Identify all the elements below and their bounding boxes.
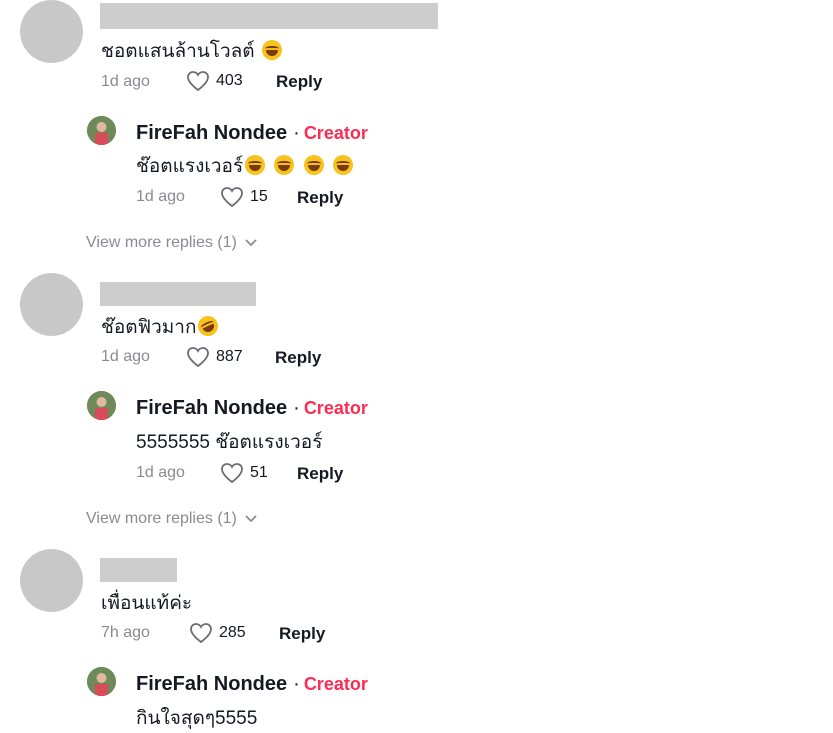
comment-text: เพื่อนแท้ค่ะ (101, 593, 193, 614)
creator-name-line: FireFah Nondee · Creator (136, 122, 368, 145)
like-count: 51 (250, 464, 268, 481)
like-button[interactable]: 285 (189, 622, 246, 644)
like-button[interactable]: 15 (220, 186, 268, 208)
creator-avatar[interactable] (87, 667, 116, 696)
heart-icon (221, 187, 243, 208)
comment-text: ช๊อตฟิวมาก (101, 312, 222, 342)
face-with-tears-of-joy-icon (333, 155, 353, 175)
like-count: 15 (250, 188, 268, 205)
comment-time: 1d ago (101, 73, 150, 90)
view-more-label: View more replies (1) (86, 510, 237, 527)
commenter-avatar[interactable] (20, 0, 83, 63)
like-count: 887 (216, 348, 243, 365)
view-more-label: View more replies (1) (86, 234, 237, 251)
separator-dot: · (293, 397, 300, 419)
comment-text: ชอตแสนล้านโวลต์ (101, 36, 282, 66)
face-with-tears-of-joy-icon (274, 155, 295, 175)
like-count: 285 (219, 624, 246, 641)
face-with-tears-of-joy-icon (303, 155, 324, 175)
creator-badge: Creator (303, 398, 368, 418)
creator-name-line: FireFah Nondee · Creator (136, 397, 368, 420)
creator-name[interactable]: FireFah Nondee (136, 673, 287, 695)
separator-dot: · (293, 122, 300, 144)
reply-text: กินใจสุดๆ5555 (136, 708, 258, 729)
heart-icon (187, 71, 209, 92)
heart-icon (190, 623, 212, 644)
creator-badge: Creator (303, 674, 368, 694)
comment-time: 1d ago (101, 348, 150, 365)
heart-icon (221, 463, 243, 484)
comment-time: 7h ago (101, 624, 150, 641)
reply-text: ช๊อตแรงเวอร์ (136, 151, 353, 181)
like-count: 403 (216, 72, 243, 89)
reply-text: 5555555 ช๊อตแรงเวอร์ (136, 432, 323, 453)
creator-name[interactable]: FireFah Nondee (136, 122, 287, 144)
rolling-on-floor-laughing-icon (195, 312, 222, 340)
reply-button[interactable]: Reply (297, 464, 343, 484)
heart-icon (187, 347, 209, 368)
creator-photo (87, 116, 116, 145)
face-with-tears-of-joy-icon (261, 40, 282, 60)
creator-avatar[interactable] (87, 391, 116, 420)
reply-text-content: ช๊อตแรงเวอร์ (136, 156, 244, 177)
reply-button[interactable]: Reply (297, 188, 343, 208)
commenter-avatar[interactable] (20, 273, 83, 336)
view-more-replies[interactable]: View more replies (1) (86, 234, 257, 252)
comment-text-content: ชอตแสนล้านโวลต์ (101, 41, 255, 62)
creator-badge: Creator (303, 123, 368, 143)
reply-button[interactable]: Reply (279, 624, 325, 644)
view-more-replies[interactable]: View more replies (1) (86, 510, 257, 528)
creator-avatar[interactable] (87, 116, 116, 145)
reply-time: 1d ago (136, 464, 185, 481)
creator-photo (87, 391, 116, 420)
face-with-tears-of-joy-icon (245, 155, 266, 175)
redacted-username (100, 3, 438, 29)
creator-name[interactable]: FireFah Nondee (136, 397, 287, 419)
reply-time: 1d ago (136, 188, 185, 205)
reply-button[interactable]: Reply (275, 348, 321, 368)
creator-photo (87, 667, 116, 696)
reply-button[interactable]: Reply (276, 72, 322, 92)
redacted-username (100, 558, 177, 582)
redacted-username (100, 282, 256, 306)
like-button[interactable]: 403 (186, 70, 243, 92)
chevron-down-icon (245, 239, 257, 247)
chevron-down-icon (245, 515, 257, 523)
creator-name-line: FireFah Nondee · Creator (136, 673, 368, 696)
separator-dot: · (293, 673, 300, 695)
commenter-avatar[interactable] (20, 549, 83, 612)
comment-text-content: ช๊อตฟิวมาก (101, 317, 197, 338)
like-button[interactable]: 887 (186, 346, 243, 368)
like-button[interactable]: 51 (220, 462, 268, 484)
